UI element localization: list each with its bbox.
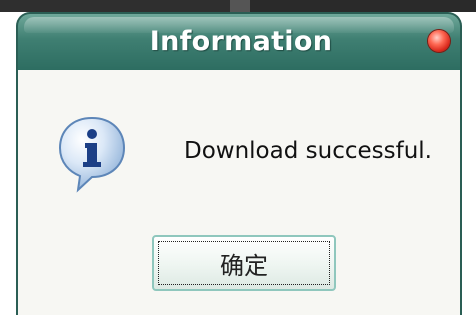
background-area (0, 12, 16, 315)
information-dialog: Information Download successful. 确定 (16, 12, 462, 315)
dialog-message: Download successful. (184, 138, 432, 164)
ok-button-label: 确定 (158, 241, 330, 285)
ok-button[interactable]: 确定 (152, 235, 336, 291)
dialog-body: Download successful. 确定 (16, 70, 462, 315)
close-icon[interactable] (428, 30, 450, 52)
dialog-titlebar[interactable]: Information (16, 12, 462, 70)
info-icon (58, 116, 126, 193)
dialog-title: Information (149, 26, 333, 57)
background-window-strip (0, 0, 476, 12)
